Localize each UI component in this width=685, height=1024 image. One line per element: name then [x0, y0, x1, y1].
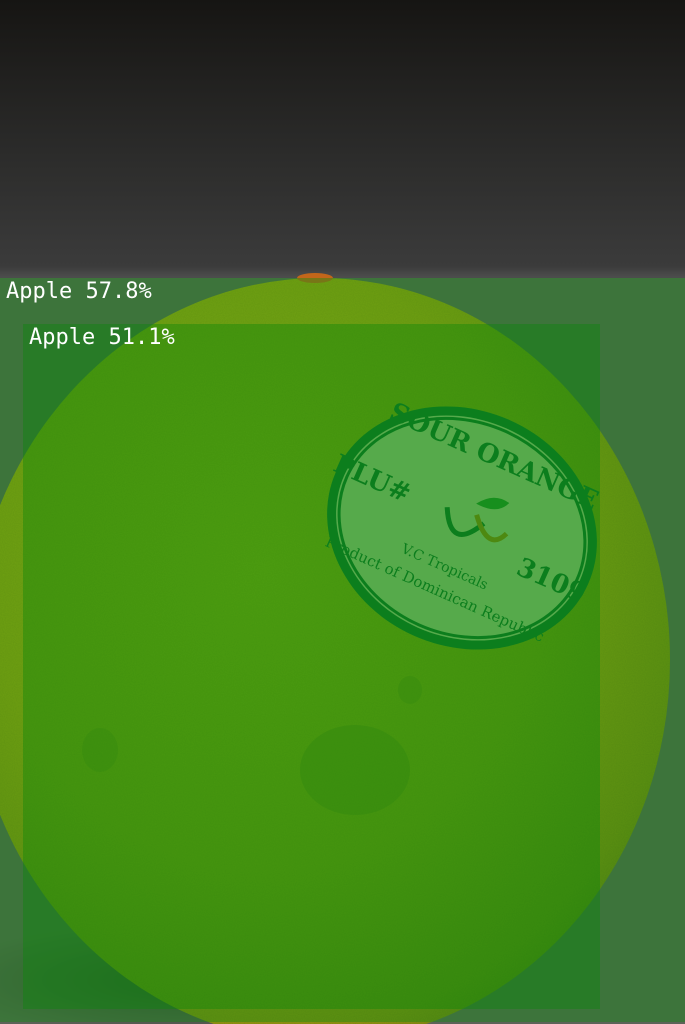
detection-box: [23, 324, 600, 1009]
detection-canvas: SOUR ORANGE PLU# 3109 V.C Tropicals Prod…: [0, 0, 685, 1024]
detection-label: Apple 57.8%: [6, 279, 152, 304]
detection-label: Apple 51.1%: [29, 325, 175, 350]
